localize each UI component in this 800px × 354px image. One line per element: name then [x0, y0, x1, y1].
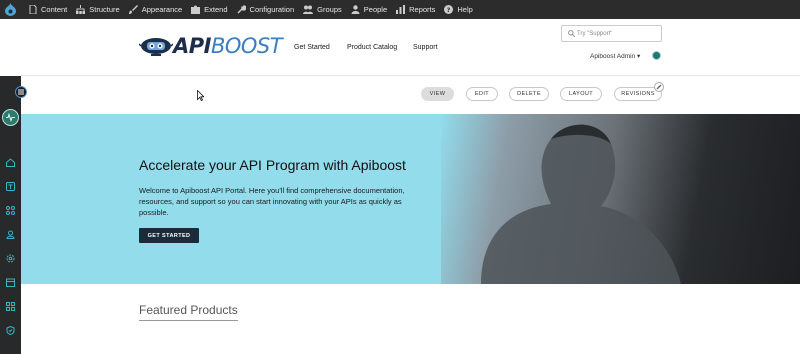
- search-placeholder: Try "Support": [577, 30, 613, 37]
- admin-item-structure[interactable]: Structure: [76, 0, 120, 19]
- tab-view[interactable]: VIEW: [421, 87, 454, 101]
- sidebar-home-icon[interactable]: [4, 156, 16, 168]
- groups-icon: [303, 5, 314, 14]
- admin-item-label: Reports: [409, 5, 436, 14]
- brush-icon: [128, 5, 138, 14]
- svg-text:?: ?: [447, 6, 451, 14]
- file-icon: [29, 5, 37, 14]
- menu-icon: [18, 89, 24, 95]
- robot-logo-icon: [139, 38, 173, 56]
- structure-icon: [76, 5, 86, 14]
- mouse-cursor-icon: [197, 90, 204, 101]
- sidebar-settings-icon[interactable]: [4, 252, 16, 264]
- hero-title: Accelerate your API Program with Apiboos…: [139, 157, 406, 173]
- search-input[interactable]: Try "Support": [561, 25, 662, 42]
- logo-text-boost: BOOST: [210, 34, 283, 58]
- sidebar-apps-icon[interactable]: [4, 204, 16, 216]
- sidebar-shield-icon[interactable]: [4, 324, 16, 336]
- drupal-logo-icon[interactable]: [0, 0, 21, 19]
- sidebar-content-icon[interactable]: [4, 180, 16, 192]
- admin-item-label: Structure: [89, 5, 120, 14]
- nav-support[interactable]: Support: [413, 44, 438, 51]
- user-menu[interactable]: Apiboost Admin ▾: [590, 52, 640, 60]
- sidebar-user-icon[interactable]: [4, 228, 16, 240]
- sidebar-modules-icon[interactable]: [4, 300, 16, 312]
- tab-edit[interactable]: EDIT: [466, 87, 498, 101]
- featured-products-heading: Featured Products: [139, 303, 238, 321]
- nav-get-started[interactable]: Get Started: [294, 44, 330, 51]
- hero-description: Welcome to Apiboost API Portal. Here you…: [139, 186, 405, 217]
- admin-item-reports[interactable]: Reports: [396, 0, 435, 19]
- admin-item-extend[interactable]: Extend: [191, 0, 228, 19]
- admin-toolbar: Content Structure Appearance Extend Conf…: [0, 0, 800, 19]
- sidebar-avatar[interactable]: [2, 109, 19, 126]
- wrench-icon: [237, 5, 246, 14]
- admin-item-label: Help: [457, 5, 473, 14]
- user-avatar-icon: [6, 112, 15, 123]
- local-tasks-bar: [21, 76, 800, 114]
- avatar[interactable]: [652, 51, 661, 60]
- site-header: [21, 19, 800, 76]
- logo-text-api: API: [173, 34, 211, 58]
- hero-background-image: [441, 114, 800, 284]
- get-started-button[interactable]: GET STARTED: [139, 228, 199, 243]
- help-icon: ?: [444, 5, 454, 14]
- tab-layout[interactable]: LAYOUT: [560, 87, 602, 101]
- admin-item-configuration[interactable]: Configuration: [237, 0, 295, 19]
- sidebar-calendar-icon[interactable]: [4, 276, 16, 288]
- admin-item-appearance[interactable]: Appearance: [128, 0, 183, 19]
- admin-item-help[interactable]: ? Help: [444, 0, 473, 19]
- puzzle-icon: [191, 5, 201, 14]
- admin-item-people[interactable]: People: [351, 0, 387, 19]
- sidebar-toggle-button[interactable]: [15, 86, 27, 98]
- nav-product-catalog[interactable]: Product Catalog: [347, 44, 397, 51]
- admin-item-content[interactable]: Content: [29, 0, 67, 19]
- edit-pencil-icon[interactable]: [654, 82, 664, 92]
- admin-item-label: Appearance: [141, 5, 183, 14]
- person-silhouette-image: [481, 124, 681, 284]
- admin-item-label: Extend: [204, 5, 228, 14]
- apiboost-logo[interactable]: API BOOST: [139, 34, 283, 58]
- reports-icon: [396, 5, 406, 14]
- tab-delete[interactable]: DELETE: [509, 87, 549, 101]
- admin-item-label: People: [363, 5, 388, 14]
- people-icon: [351, 5, 360, 14]
- admin-item-label: Configuration: [249, 5, 295, 14]
- admin-item-label: Groups: [317, 5, 342, 14]
- admin-item-label: Content: [41, 5, 68, 14]
- search-icon: [568, 30, 575, 37]
- admin-item-groups[interactable]: Groups: [303, 0, 342, 19]
